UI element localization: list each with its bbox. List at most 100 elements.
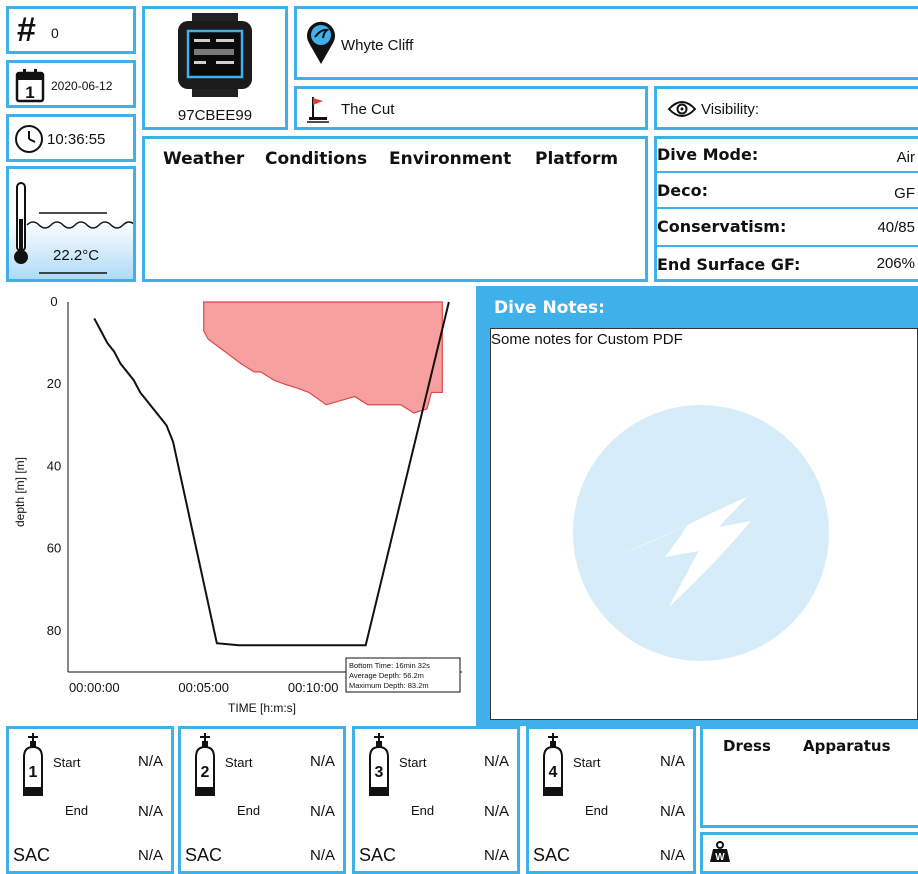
tab-conditions[interactable]: Conditions xyxy=(265,149,367,169)
device-box: 97CBEE99 xyxy=(142,6,288,130)
apparatus-label: Apparatus xyxy=(803,737,891,755)
stats-annotation: Average Depth: 56.2m xyxy=(349,671,424,680)
tank-start-label: Start xyxy=(573,755,601,770)
tank-sac-label: SAC xyxy=(533,845,571,865)
environment-box: Weather Conditions Environment Platform xyxy=(142,136,648,282)
row-divider xyxy=(657,207,918,209)
water-temperature: 22.2°C xyxy=(53,247,100,264)
shearwater-logo-watermark xyxy=(573,405,829,661)
eye-icon xyxy=(667,101,697,117)
tank-end-label: End xyxy=(411,803,435,818)
weight-icon: W xyxy=(710,841,730,863)
settings-box: Dive Mode: Air Deco: GF Conservatism: 40… xyxy=(654,136,918,282)
map-pin-icon xyxy=(307,21,335,64)
weight-box: W xyxy=(700,832,918,874)
dive-computer-icon xyxy=(178,13,252,97)
tank-end-value: N/A xyxy=(659,803,685,820)
tank-card: 2 Start N/A End N/A SAC N/A xyxy=(178,726,346,874)
svg-text:1: 1 xyxy=(25,83,34,102)
visibility-label: Visibility: xyxy=(701,101,760,118)
row-divider xyxy=(657,245,918,247)
end-gf-value: 206% xyxy=(876,255,915,272)
tank-start-value: N/A xyxy=(483,753,509,770)
tank-start-value: N/A xyxy=(137,753,163,770)
tank-start-label: Start xyxy=(399,755,427,770)
tank-end-label: End xyxy=(65,803,89,818)
calendar-icon: 1 xyxy=(15,69,45,103)
x-axis-label: TIME [h:m:s] xyxy=(228,701,296,715)
tank-icon: 1 xyxy=(23,733,43,796)
thermometer-icon xyxy=(14,182,133,274)
x-tick-label: 00:10:00 xyxy=(288,680,339,695)
dive-mode-value: Air xyxy=(896,149,915,166)
tank-start-value: N/A xyxy=(309,753,335,770)
hash-icon: # xyxy=(17,11,36,49)
dive-date: 2020-06-12 xyxy=(51,79,113,93)
notes-text: Some notes for Custom PDF xyxy=(491,331,683,348)
tank-start-label: Start xyxy=(225,755,253,770)
notes-body: Some notes for Custom PDF xyxy=(490,328,918,720)
tank-sac-value: N/A xyxy=(659,847,685,864)
svg-text:W: W xyxy=(715,852,725,863)
tank-end-label: End xyxy=(585,803,609,818)
dress-label: Dress xyxy=(723,737,771,755)
conservatism-value: 40/85 xyxy=(877,219,915,236)
tank-end-value: N/A xyxy=(309,803,335,820)
dive-mode-label: Dive Mode: xyxy=(657,145,759,164)
y-tick-label: 0 xyxy=(50,294,57,309)
x-tick-label: 00:05:00 xyxy=(178,680,229,695)
y-tick-label: 80 xyxy=(47,623,61,638)
tank-icon: 2 xyxy=(195,733,215,796)
device-serial: 97CBEE99 xyxy=(177,107,253,124)
tank-end-label: End xyxy=(237,803,261,818)
tank-end-value: N/A xyxy=(137,803,163,820)
deco-value: GF xyxy=(894,185,915,202)
tank-sac-value: N/A xyxy=(483,847,509,864)
depth-profile-chart: 0 20 40 60 80 00:00:00 00:05:00 00:10:00 TIME [h… xyxy=(13,294,462,715)
conservatism-label: Conservatism: xyxy=(657,217,787,236)
svg-text:3: 3 xyxy=(375,764,384,781)
notes-title: Dive Notes: xyxy=(494,298,605,318)
temperature-box: 22.2°C xyxy=(6,166,136,282)
tank-start-label: Start xyxy=(53,755,81,770)
tank-end-value: N/A xyxy=(483,803,509,820)
tank-card: 3 Start N/A End N/A SAC N/A xyxy=(352,726,520,874)
stats-annotation: Maximum Depth: 83.2m xyxy=(349,681,429,690)
tank-sac-value: N/A xyxy=(309,847,335,864)
tab-environment[interactable]: Environment xyxy=(389,149,511,169)
tank-sac-label: SAC xyxy=(13,845,51,865)
svg-text:2: 2 xyxy=(201,764,210,781)
x-tick-label: 00:00:00 xyxy=(69,680,120,695)
site-box: The Cut xyxy=(294,86,648,130)
site-name: The Cut xyxy=(341,101,395,118)
gear-box: Dress Apparatus xyxy=(700,726,918,828)
time-box: 10:36:55 xyxy=(6,114,136,162)
clock-icon xyxy=(15,125,43,153)
tank-icon: 4 xyxy=(543,733,563,796)
flag-icon xyxy=(307,97,329,123)
tab-platform[interactable]: Platform xyxy=(535,149,618,169)
dive-number: 0 xyxy=(51,25,59,41)
svg-text:1: 1 xyxy=(29,764,38,781)
tank-icon: 3 xyxy=(369,733,389,796)
tank-sac-label: SAC xyxy=(185,845,223,865)
y-axis-label: depth [m] [m] xyxy=(13,457,27,527)
location-name: Whyte Cliff xyxy=(341,37,414,54)
tank-card: 4 Start N/A End N/A SAC N/A xyxy=(526,726,696,874)
tank-sac-label: SAC xyxy=(359,845,397,865)
date-box: 1 2020-06-12 xyxy=(6,60,136,108)
dive-time: 10:36:55 xyxy=(47,131,106,148)
tab-weather[interactable]: Weather xyxy=(163,149,244,169)
row-divider xyxy=(657,171,918,173)
tank-start-value: N/A xyxy=(659,753,685,770)
dive-number-box: # 0 xyxy=(6,6,136,54)
dive-notes-panel: Dive Notes: Some notes for Custom PDF xyxy=(476,286,918,726)
stats-annotation: Bottom Time: 16min 32s xyxy=(349,661,430,670)
svg-text:4: 4 xyxy=(549,764,558,781)
y-tick-label: 60 xyxy=(47,541,61,556)
deco-label: Deco: xyxy=(657,181,709,200)
y-tick-label: 40 xyxy=(47,458,61,473)
visibility-box: Visibility: xyxy=(654,86,918,130)
y-tick-label: 20 xyxy=(47,376,61,391)
location-box: Whyte Cliff xyxy=(294,6,918,80)
